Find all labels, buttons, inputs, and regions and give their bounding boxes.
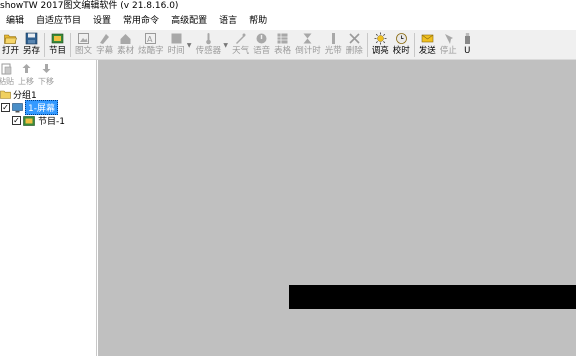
- move-up-button[interactable]: 上移: [16, 62, 36, 90]
- material-icon: [119, 32, 132, 45]
- paste-icon: [0, 62, 13, 75]
- dazzle-text-icon: A: [144, 32, 157, 45]
- folder-icon: [0, 90, 11, 99]
- weather-icon: [234, 32, 247, 45]
- sensor-button[interactable]: 传感器: [194, 32, 224, 60]
- close-icon: [348, 32, 361, 45]
- time-dropdown-chevron-down-icon[interactable]: ▼: [186, 32, 193, 58]
- menu-common-commands[interactable]: 常用命令: [123, 13, 159, 30]
- countdown-button[interactable]: 倒计时: [293, 32, 323, 60]
- main-toolbar: 打开 另存 节目 图文 字幕 素材 A 炫酷字 时间 ▼ 传感器 ▼ 天气 语音…: [0, 30, 576, 60]
- menu-help[interactable]: 帮助: [249, 13, 267, 30]
- tree-item-program[interactable]: ✓ 节目-1: [12, 114, 65, 127]
- image-text-button[interactable]: 图文: [73, 32, 94, 60]
- toolbar-separator: [366, 33, 368, 57]
- calibrate-time-button[interactable]: 校时: [391, 32, 412, 60]
- material-button[interactable]: 素材: [115, 32, 136, 60]
- program-checkbox[interactable]: ✓: [12, 116, 21, 125]
- menu-edit[interactable]: 编辑: [6, 13, 24, 30]
- time-icon: [170, 32, 183, 45]
- menu-settings[interactable]: 设置: [93, 13, 111, 30]
- thermometer-icon: [202, 32, 215, 45]
- delete-button[interactable]: 删除: [344, 32, 365, 60]
- arrow-down-icon: [40, 62, 53, 75]
- tree-item-label: 节目-1: [38, 117, 65, 127]
- save-as-button[interactable]: 另存: [21, 32, 42, 60]
- tree-toolbar: 粘贴 上移 下移: [0, 60, 96, 88]
- lightbar-button[interactable]: 光带: [323, 32, 344, 60]
- table-icon: [276, 32, 289, 45]
- clock-icon: [395, 32, 408, 45]
- program-icon: [51, 32, 64, 45]
- sensor-dropdown-chevron-down-icon[interactable]: ▼: [222, 32, 229, 58]
- image-text-icon: [77, 32, 90, 45]
- send-icon: [421, 32, 434, 45]
- toolbar-separator: [44, 33, 46, 57]
- window-title: showTW 2017图文编辑软件 (v 21.8.16.0): [0, 0, 576, 13]
- menu-advanced-config[interactable]: 高级配置: [171, 13, 207, 30]
- screen-checkbox[interactable]: ✓: [1, 103, 10, 112]
- open-button[interactable]: 打开: [0, 32, 21, 60]
- dazzle-text-button[interactable]: A 炫酷字: [136, 32, 166, 60]
- brightness-button[interactable]: 调亮: [370, 32, 391, 60]
- floppy-disk-icon: [25, 32, 38, 45]
- program-tree-panel: 粘贴 上移 下移 分组1 ✓ 1-屏幕 ✓ 节目-1: [0, 60, 97, 356]
- stop-button[interactable]: 停止: [438, 32, 459, 60]
- screen-display-area[interactable]: [289, 285, 576, 309]
- weather-button[interactable]: 天气: [230, 32, 251, 60]
- subtitle-icon: [98, 32, 111, 45]
- paste-button[interactable]: 粘贴: [0, 62, 16, 90]
- time-button[interactable]: 时间: [166, 32, 187, 60]
- arrow-up-icon: [20, 62, 33, 75]
- tree-item-screen[interactable]: ✓ 1-屏幕: [1, 100, 58, 115]
- u-disk-button[interactable]: U: [459, 32, 476, 60]
- program-icon: [23, 115, 35, 126]
- menu-language[interactable]: 语言: [219, 13, 237, 30]
- voice-button[interactable]: 语音: [251, 32, 272, 60]
- tree-item-label: 1-屏幕: [25, 100, 58, 115]
- move-down-button[interactable]: 下移: [36, 62, 56, 90]
- voice-icon: [255, 32, 268, 45]
- sun-icon: [374, 32, 387, 45]
- usb-icon: [461, 32, 474, 45]
- table-button[interactable]: 表格: [272, 32, 293, 60]
- program-button[interactable]: 节目: [47, 32, 68, 60]
- screen-icon: [12, 102, 23, 113]
- menu-adaptive-program[interactable]: 自适应节目: [36, 13, 81, 30]
- subtitle-button[interactable]: 字幕: [94, 32, 115, 60]
- preview-workspace[interactable]: [98, 60, 576, 356]
- lightbar-icon: [327, 32, 340, 45]
- menu-bar: 编辑 自适应节目 设置 常用命令 高级配置 语言 帮助: [0, 13, 576, 30]
- stop-icon: [442, 32, 455, 45]
- toolbar-separator: [413, 33, 415, 57]
- svg-text:A: A: [147, 35, 153, 44]
- toolbar-separator: [70, 33, 72, 57]
- hourglass-icon: [301, 32, 314, 45]
- send-button[interactable]: 发送: [417, 32, 438, 60]
- folder-open-icon: [4, 32, 17, 45]
